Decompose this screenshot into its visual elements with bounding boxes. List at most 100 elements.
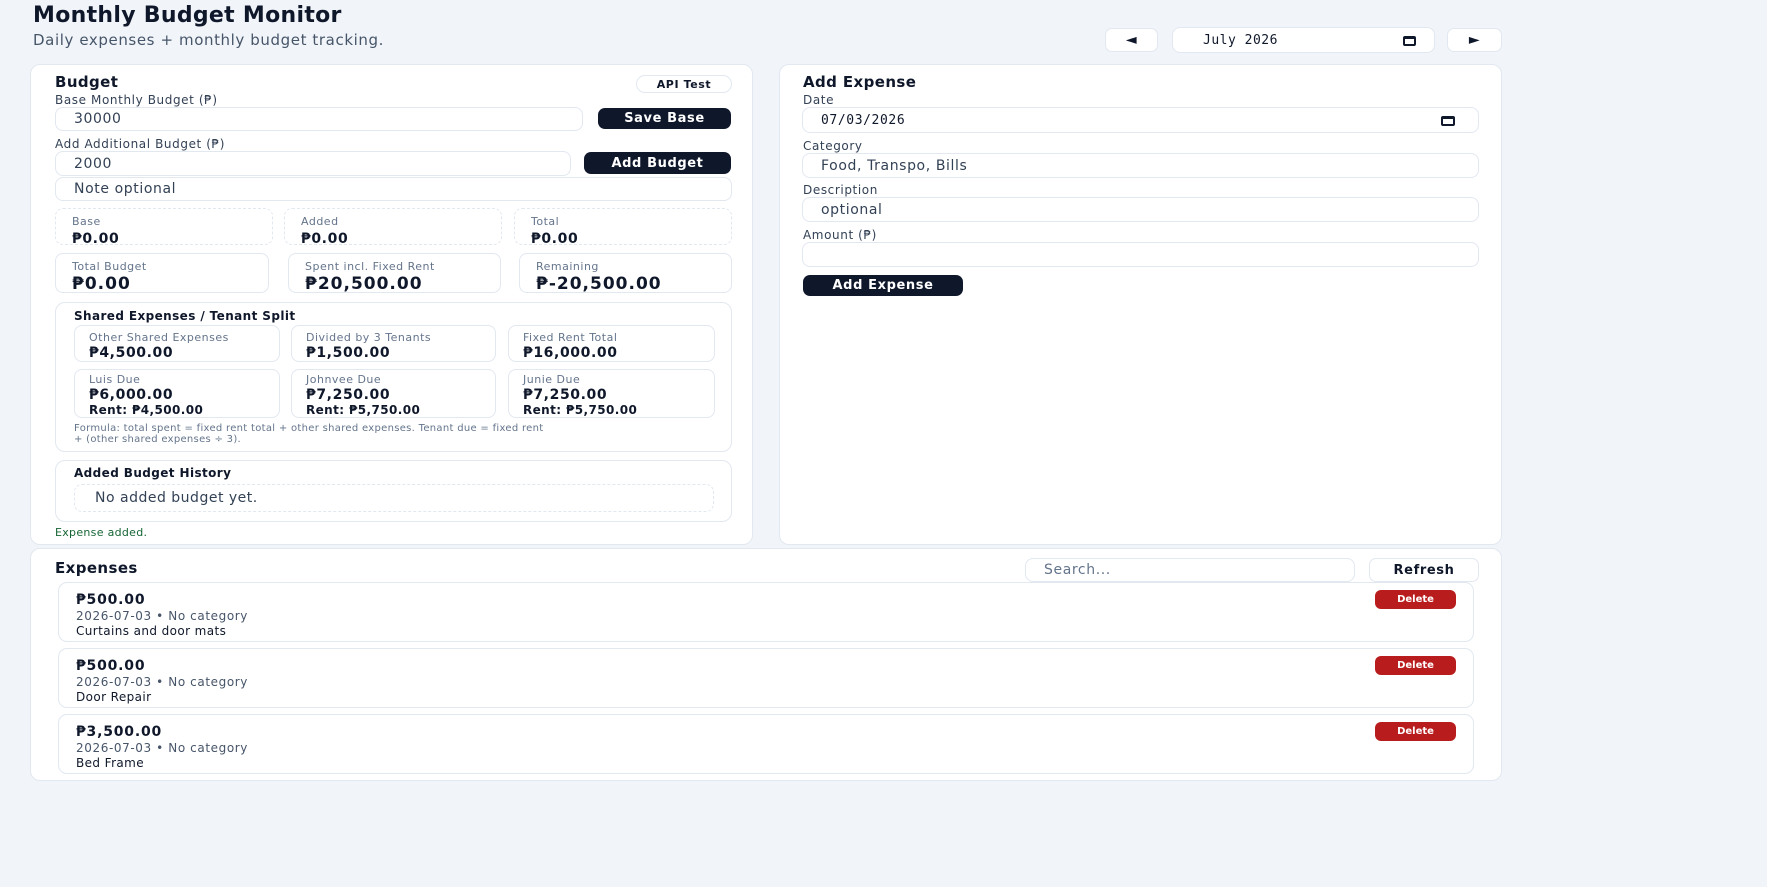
stat-value: ₱0.00 (301, 231, 349, 247)
expense-meta: 2026-07-03 • No category (76, 675, 249, 689)
formula-note: Formula: total spent = fixed rent total … (74, 423, 543, 445)
triangle-right-icon: ► (1468, 32, 1481, 48)
stat-label: Total (531, 215, 560, 228)
base-budget-label: Base Monthly Budget (₱) (55, 93, 218, 107)
add-expense-title: Add Expense (803, 73, 917, 91)
stat-remaining: Remaining ₱-20,500.00 (519, 253, 732, 294)
api-test-button[interactable]: API Test (636, 75, 732, 93)
page-title: Monthly Budget Monitor (33, 3, 342, 28)
amount-label: Amount (₱) (803, 228, 877, 242)
budget-history-title: Added Budget History (74, 466, 232, 480)
expenses-title: Expenses (55, 559, 138, 577)
formula-line-1: Formula: total spent = fixed rent total … (74, 423, 544, 434)
calendar-icon[interactable] (1403, 36, 1416, 46)
search-placeholder: Search... (1044, 562, 1111, 578)
shared-expenses-title: Shared Expenses / Tenant Split (74, 309, 296, 323)
stat-value: ₱0.00 (72, 274, 131, 294)
tenant-label: Luis Due (89, 373, 141, 386)
expense-row: ₱3,500.00 2026-07-03 • No category Bed F… (58, 714, 1474, 774)
stat-label: Divided by 3 Tenants (306, 331, 432, 344)
stat-other-shared: Other Shared Expenses ₱4,500.00 (74, 325, 280, 362)
refresh-button[interactable]: Refresh (1369, 558, 1479, 582)
date-label: Date (803, 93, 835, 107)
stat-fixed-rent: Fixed Rent Total ₱16,000.00 (508, 325, 715, 362)
tenant-label: Junie Due (523, 373, 581, 386)
stat-label: Remaining (536, 260, 599, 273)
delete-expense-button[interactable]: Delete (1375, 656, 1456, 675)
stat-value: ₱-20,500.00 (536, 274, 662, 294)
tenant-rent: Rent: ₱5,750.00 (306, 403, 421, 417)
expense-description: Bed Frame (76, 756, 145, 770)
stat-value: ₱0.00 (72, 231, 120, 247)
tenant-label: Johnvee Due (306, 373, 382, 386)
tenant-johnvee: Johnvee Due ₱7,250.00 Rent: ₱5,750.00 (291, 369, 496, 418)
expense-description: Door Repair (76, 690, 152, 704)
save-base-button[interactable]: Save Base (598, 108, 731, 129)
base-budget-input[interactable]: 30000 (55, 107, 583, 131)
tenant-rent: Rent: ₱5,750.00 (523, 403, 638, 417)
stat-total-budget: Total Budget ₱0.00 (55, 253, 269, 294)
delete-expense-button[interactable]: Delete (1375, 590, 1456, 609)
stat-label: Added (301, 215, 339, 228)
add-expense-button[interactable]: Add Expense (803, 275, 963, 296)
formula-line-2: + (other shared expenses ÷ 3). (74, 434, 242, 445)
base-budget-value: 30000 (74, 111, 122, 127)
triangle-left-icon: ◄ (1125, 32, 1138, 48)
status-message: Expense added. (55, 526, 148, 539)
next-month-button[interactable]: ► (1447, 28, 1502, 52)
stat-label: Other Shared Expenses (89, 331, 229, 344)
tenant-rent: Rent: ₱4,500.00 (89, 403, 204, 417)
stat-value: ₱16,000.00 (523, 345, 618, 361)
expense-row: ₱500.00 2026-07-03 • No category Door Re… (58, 648, 1474, 708)
budget-note-placeholder: Note optional (74, 181, 177, 197)
expense-meta: 2026-07-03 • No category (76, 741, 249, 755)
budget-card: Budget API Test Base Monthly Budget (₱) … (30, 64, 753, 545)
budget-history-empty: No added budget yet. (74, 484, 714, 512)
amount-input[interactable] (802, 242, 1479, 267)
additional-budget-input[interactable]: 2000 (55, 151, 571, 176)
expense-amount: ₱3,500.00 (76, 724, 163, 740)
additional-budget-label: Add Additional Budget (₱) (55, 137, 226, 151)
description-label: Description (803, 183, 878, 197)
month-value: July 2026 (1203, 32, 1278, 48)
expense-description: Curtains and door mats (76, 624, 227, 638)
tenant-due: ₱7,250.00 (523, 387, 608, 403)
tenant-junie: Junie Due ₱7,250.00 Rent: ₱5,750.00 (508, 369, 715, 418)
expense-amount: ₱500.00 (76, 658, 146, 674)
date-input[interactable]: 07/03/2026 (802, 107, 1479, 133)
stat-value: ₱20,500.00 (305, 274, 423, 294)
stat-divided: Divided by 3 Tenants ₱1,500.00 (291, 325, 496, 362)
description-input[interactable]: optional (802, 197, 1479, 222)
additional-budget-value: 2000 (74, 155, 113, 172)
stat-label: Base (72, 215, 101, 228)
expense-amount: ₱500.00 (76, 592, 146, 608)
stat-spent: Spent incl. Fixed Rent ₱20,500.00 (288, 253, 501, 294)
expenses-search-input[interactable]: Search... (1025, 558, 1355, 582)
description-placeholder: optional (821, 201, 883, 218)
stat-value: ₱4,500.00 (89, 345, 174, 361)
category-placeholder: Food, Transpo, Bills (821, 157, 968, 174)
tenant-due: ₱7,250.00 (306, 387, 391, 403)
add-expense-card: Add Expense Date 07/03/2026 Category Foo… (779, 64, 1502, 545)
stat-value: ₱1,500.00 (306, 345, 391, 361)
stat-added: Added ₱0.00 (284, 208, 502, 247)
calendar-icon[interactable] (1441, 116, 1455, 126)
prev-month-button[interactable]: ◄ (1105, 28, 1158, 52)
stat-value: ₱0.00 (531, 231, 579, 247)
stat-label: Total Budget (72, 260, 147, 273)
stat-base: Base ₱0.00 (55, 208, 273, 247)
tenant-due: ₱6,000.00 (89, 387, 174, 403)
budget-title: Budget (55, 73, 119, 91)
stat-total: Total ₱0.00 (514, 208, 732, 247)
budget-note-input[interactable]: Note optional (55, 177, 732, 201)
stat-label: Fixed Rent Total (523, 331, 618, 344)
stat-label: Spent incl. Fixed Rent (305, 260, 435, 273)
month-picker[interactable]: July 2026 (1172, 27, 1435, 53)
delete-expense-button[interactable]: Delete (1375, 722, 1456, 741)
expenses-card: Expenses Search... Refresh ₱500.00 2026-… (30, 548, 1502, 781)
expense-meta: 2026-07-03 • No category (76, 609, 249, 623)
category-input[interactable]: Food, Transpo, Bills (802, 153, 1479, 178)
add-budget-button[interactable]: Add Budget (584, 152, 731, 174)
budget-history-panel: Added Budget History No added budget yet… (55, 460, 732, 522)
date-value: 07/03/2026 (821, 112, 906, 128)
